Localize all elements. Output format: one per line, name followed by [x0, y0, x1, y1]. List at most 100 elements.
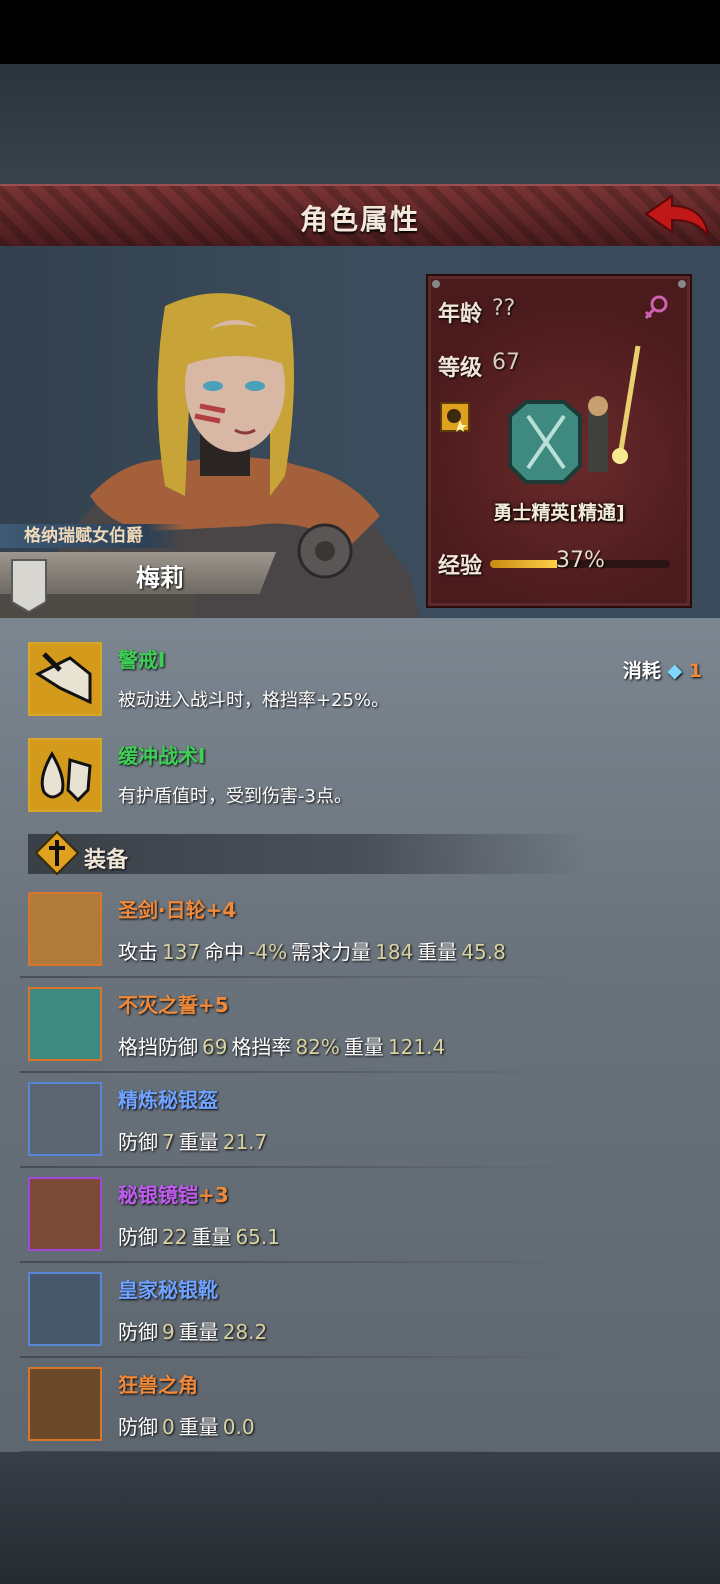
card-pin: [678, 280, 686, 288]
stat-value: 21.7: [222, 1130, 268, 1154]
equipment-name: 秘银镜铠+3: [118, 1179, 229, 1208]
skill-row[interactable]: 缓冲战术Ⅰ 有护盾值时，受到伤害-3点。: [0, 732, 720, 826]
boots-icon: [28, 1272, 102, 1346]
character-name: 梅莉: [136, 564, 184, 592]
skill-name: 缓冲战术Ⅰ: [118, 744, 206, 768]
equipment-stats: 防御 9 重量 28.2: [118, 1316, 271, 1345]
row-separator: [20, 1166, 580, 1168]
row-separator: [20, 1071, 580, 1073]
stat-label: 需求力量: [291, 940, 372, 964]
class-figure-image: [508, 345, 641, 484]
equipment-name-text: 圣剑·日轮: [118, 898, 206, 922]
class-badge-icon[interactable]: [440, 402, 470, 432]
equipment-enhance-level: +5: [198, 993, 229, 1017]
row-separator: [20, 1261, 580, 1263]
detail-list: 警戒Ⅰ 被动进入战斗时，格挡率+25%。 消耗 ◆ 1 缓冲战术Ⅰ 有护盾值时，…: [0, 618, 720, 1455]
stat-label: 格挡率: [231, 1035, 292, 1059]
diamond-icon: ◆: [667, 660, 683, 682]
equipment-name: 不灭之誓+5: [118, 989, 229, 1018]
character-panel: 格纳瑞赋女伯爵 梅莉 年龄 ?? 等级 67 勇士精英[精通] 经验 37%: [0, 246, 720, 618]
stat-label: 重量: [343, 1035, 384, 1059]
stat-value: 9: [162, 1320, 175, 1344]
banner-icon[interactable]: [10, 558, 48, 614]
cross-icon: [34, 830, 80, 876]
equipment-name-text: 皇家秘银靴: [118, 1278, 218, 1302]
level-label: 等级: [438, 356, 483, 381]
equipment-stats: 格挡防御 69 格挡率 82% 重量 121.4: [118, 1031, 449, 1060]
equipment-name-text: 不灭之誓: [118, 993, 198, 1017]
stat-value: 28.2: [222, 1320, 268, 1344]
stats-card: 年龄 ?? 等级 67 勇士精英[精通] 经验 37%: [426, 274, 692, 608]
row-separator: [20, 1356, 580, 1358]
stat-label: 重量: [178, 1415, 219, 1439]
stat-value: 69: [202, 1035, 228, 1059]
stat-label: 攻击: [118, 940, 158, 964]
stat-value: 22: [162, 1225, 188, 1249]
bottom-background: [0, 1452, 720, 1584]
female-icon: [644, 295, 668, 319]
page-title: 角色属性: [299, 203, 420, 236]
equipment-name-text: 狂兽之角: [118, 1373, 198, 1397]
stat-value: 82%: [295, 1035, 340, 1059]
exp-percent: 37%: [556, 548, 605, 573]
sword-icon: [28, 892, 102, 966]
stat-label: 重量: [178, 1130, 219, 1154]
equipment-enhance-level: +4: [205, 898, 237, 922]
stat-label: 命中: [204, 940, 245, 964]
equipment-stats: 攻击 137 命中 -4% 需求力量 184 重量 45.8: [118, 936, 510, 965]
equipment-stats: 防御 7 重量 21.7: [118, 1126, 271, 1155]
stat-value: 7: [162, 1130, 175, 1154]
equipment-name: 狂兽之角: [118, 1369, 198, 1398]
equipment-row[interactable]: 秘银镜铠+3 防御 22 重量 65.1: [0, 1171, 720, 1265]
stat-value: 0.0: [222, 1415, 255, 1439]
equipment-name: 圣剑·日轮+4: [118, 894, 236, 923]
stat-value: 45.8: [461, 940, 506, 964]
stat-label: 重量: [178, 1320, 219, 1344]
equipment-stats: 防御 0 重量 0.0: [118, 1411, 259, 1440]
stat-label: 防御: [118, 1320, 158, 1344]
stat-label: 重量: [417, 940, 458, 964]
stat-value: -4%: [248, 940, 288, 964]
skill-desc: 被动进入战斗时，格挡率+25%。: [118, 690, 390, 711]
age-label: 年龄: [438, 302, 483, 327]
armor-icon: [28, 1177, 102, 1251]
equipment-row[interactable]: 精炼秘银盔防御 7 重量 21.7: [0, 1076, 720, 1170]
row-separator: [20, 976, 580, 978]
stat-label: 防御: [118, 1225, 158, 1249]
helmet-icon: [28, 1082, 102, 1156]
stat-value: 137: [162, 940, 201, 964]
top-background: [0, 64, 720, 184]
horn-icon: [28, 1367, 102, 1441]
stat-label: 防御: [118, 1415, 158, 1439]
stat-value: 65.1: [235, 1225, 280, 1249]
back-arrow-icon[interactable]: [642, 192, 710, 240]
equipment-row[interactable]: 狂兽之角防御 0 重量 0.0: [0, 1361, 720, 1455]
character-title-tag: 格纳瑞赋女伯爵: [0, 524, 184, 548]
equipment-section-title: 装备: [84, 848, 129, 873]
equipment-row[interactable]: 圣剑·日轮+4 攻击 137 命中 -4% 需求力量 184 重量 45.8: [0, 886, 720, 980]
equipment-row[interactable]: 皇家秘银靴防御 9 重量 28.2: [0, 1266, 720, 1360]
equipment-row[interactable]: 不灭之誓+5 格挡防御 69 格挡率 82% 重量 121.4: [0, 981, 720, 1075]
cost-indicator: 消耗 ◆ 1: [623, 656, 702, 683]
skill-desc: 有护盾值时，受到伤害-3点。: [118, 786, 352, 807]
stat-label: 重量: [191, 1225, 232, 1249]
age-value: ??: [492, 296, 516, 321]
guard-skill-icon: [28, 642, 102, 716]
equipment-name: 皇家秘银靴: [118, 1274, 218, 1303]
equipment-name: 精炼秘银盔: [118, 1084, 218, 1113]
header-bar: 角色属性: [0, 184, 720, 249]
equipment-name-text: 精炼秘银盔: [118, 1088, 218, 1112]
skill-name: 警戒Ⅰ: [118, 648, 166, 672]
class-name: 勇士精英[精通]: [493, 502, 625, 524]
skill-row[interactable]: 警戒Ⅰ 被动进入战斗时，格挡率+25%。 消耗 ◆ 1: [0, 636, 720, 730]
cost-value: 1: [688, 660, 702, 682]
shield-icon: [28, 987, 102, 1061]
stat-value: 184: [375, 940, 414, 964]
exp-bar-fill: [490, 560, 557, 568]
equipment-enhance-level: +3: [198, 1183, 229, 1207]
cost-label: 消耗: [622, 660, 661, 682]
equipment-stats: 防御 22 重量 65.1: [118, 1221, 284, 1250]
stat-value: 121.4: [387, 1035, 446, 1059]
stat-value: 0: [162, 1415, 175, 1439]
equipment-name-text: 秘银镜铠: [118, 1183, 198, 1207]
